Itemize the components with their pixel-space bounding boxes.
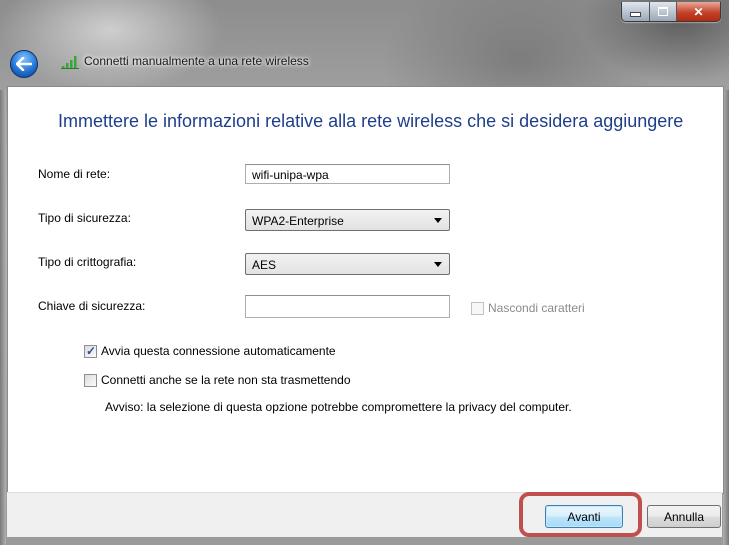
network-name-label: Nome di rete: (38, 167, 111, 181)
security-type-select[interactable]: WPA2-Enterprise (245, 209, 450, 231)
privacy-warning-text: Avviso: la selezione di questa opzione p… (105, 400, 572, 414)
security-key-input[interactable] (245, 295, 450, 318)
highlight-annotation (519, 492, 642, 537)
security-type-value: WPA2-Enterprise (252, 214, 344, 228)
back-arrow-icon (16, 57, 32, 71)
wireless-signal-icon (61, 56, 79, 69)
security-type-label: Tipo di sicurezza: (38, 211, 131, 225)
maximize-button[interactable] (650, 2, 677, 21)
minimize-icon (630, 12, 641, 17)
hide-chars-label: Nascondi caratteri (488, 301, 585, 315)
auto-start-checkbox[interactable]: ✓ (84, 344, 97, 358)
encryption-type-label: Tipo di crittografia: (38, 255, 137, 269)
security-key-label: Chiave di sicurezza: (38, 299, 146, 313)
window-title: Connetti manualmente a una rete wireless (84, 54, 309, 68)
minimize-button[interactable] (622, 2, 650, 21)
connect-hidden-checkbox[interactable] (84, 374, 97, 387)
encryption-type-select[interactable]: AES (245, 253, 450, 275)
network-name-input[interactable]: wifi-unipa-wpa (245, 164, 450, 184)
cancel-button[interactable]: Annulla (647, 505, 721, 528)
close-button[interactable]: ✕ (677, 2, 720, 21)
auto-start-label: Avvia questa connessione automaticamente (101, 344, 336, 358)
page-heading: Immettere le informazioni relative alla … (58, 111, 684, 131)
connect-hidden-label: Connetti anche se la rete non sta trasme… (101, 373, 351, 387)
dialog-window: ✕ Connetti manualmente a una rete wirele… (0, 0, 729, 545)
content-panel (7, 86, 724, 494)
encryption-type-value: AES (252, 258, 277, 272)
window-controls: ✕ (621, 2, 721, 22)
chevron-down-icon (434, 218, 442, 223)
window-border-left[interactable] (0, 90, 6, 545)
hide-chars-checkbox[interactable] (471, 302, 484, 315)
back-button[interactable] (10, 50, 38, 78)
chevron-down-icon (434, 262, 442, 267)
maximize-icon (658, 7, 668, 16)
checkmark-icon: ✓ (86, 344, 97, 358)
close-icon: ✕ (693, 4, 704, 19)
